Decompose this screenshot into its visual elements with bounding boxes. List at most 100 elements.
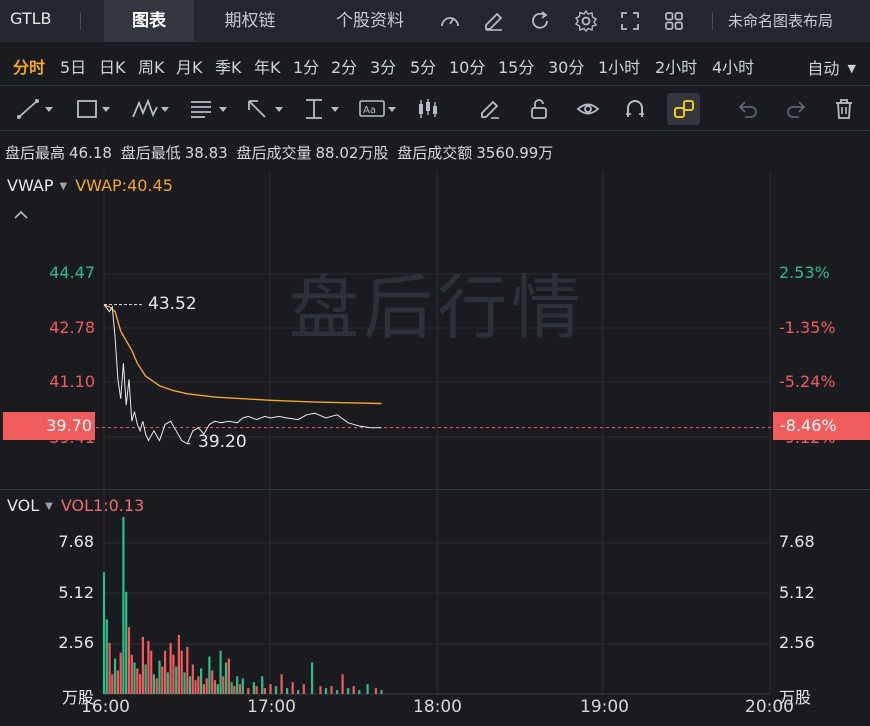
volume-bar: [347, 688, 350, 694]
time-axis-tick: 18:00: [413, 697, 462, 717]
time-axis-tick: 17:00: [247, 697, 296, 717]
volume-bar: [336, 690, 339, 694]
volume-bar: [291, 682, 294, 694]
volume-bar: [236, 676, 239, 694]
volume-bar: [114, 658, 117, 694]
volume-bar: [219, 650, 222, 694]
vwap-indicator-label[interactable]: VWAP ▼ VWAP:40.45: [7, 176, 173, 195]
vol-name: VOL: [7, 496, 40, 515]
time-axis-tick: 19:00: [580, 697, 629, 717]
caret-down-icon: ▼: [45, 501, 53, 512]
volume-bar: [324, 688, 328, 694]
price-axis-tick: 42.78: [49, 318, 95, 337]
volume-bar: [211, 670, 214, 694]
volume-bar: [352, 686, 355, 694]
volume-bar: [125, 591, 128, 694]
volume-bar: [302, 684, 305, 694]
volume-bar: [330, 686, 333, 694]
volume-bar: [230, 682, 233, 694]
volume-bar: [274, 686, 278, 694]
volume-bar: [141, 637, 144, 694]
volume-bar: [150, 650, 153, 694]
percent-axis-tick: -5.24%: [779, 372, 836, 391]
volume-bar: [366, 684, 369, 694]
volume-bar: [164, 650, 167, 694]
volume-bar: [166, 672, 169, 694]
caret-down-icon: ▼: [59, 181, 68, 192]
volume-bar: [133, 662, 136, 694]
volume-bar: [205, 678, 208, 694]
percent-axis-tick: -1.35%: [779, 318, 836, 337]
volume-bar: [186, 646, 189, 694]
volume-bar: [152, 674, 155, 694]
volume-bar: [105, 619, 108, 694]
vwap-name: VWAP: [7, 176, 54, 195]
after-hours-watermark: 盘后行情: [289, 267, 585, 349]
volume-bar: [319, 686, 322, 694]
volume-axis-tick: 2.56: [58, 633, 94, 652]
volume-bar: [255, 686, 258, 694]
price-axis-tick: 41.10: [49, 372, 95, 391]
volume-bar: [197, 676, 200, 694]
volume-bar: [247, 688, 250, 694]
time-axis-tick: 16:00: [81, 697, 130, 717]
volume-bar: [108, 642, 111, 694]
volume-axis-tick-right: 2.56: [779, 633, 815, 652]
low-annotation: 39.20: [198, 432, 247, 452]
current-price-tag: 39.70: [3, 412, 95, 440]
volume-bar: [216, 684, 219, 694]
volume-bar: [158, 660, 161, 694]
volume-bar: [263, 688, 266, 694]
percent-axis-tick: 2.53%: [779, 263, 830, 282]
vol-value: VOL1:0.13: [60, 496, 145, 515]
collapse-chevron-icon[interactable]: [12, 208, 30, 222]
time-axis-tick: 20:00: [745, 697, 794, 717]
volume-bar: [286, 688, 289, 694]
volume-bar: [269, 684, 272, 694]
volume-bar: [194, 680, 197, 694]
volume-bar: [188, 676, 192, 694]
volume-bar: [147, 640, 150, 694]
volume-bar: [102, 572, 106, 694]
volume-bar: [213, 680, 217, 694]
volume-bar: [136, 668, 139, 694]
volume-bar: [169, 642, 172, 694]
volume-bar: [183, 672, 186, 694]
volume-bar: [144, 664, 147, 694]
volume-bar: [122, 517, 125, 694]
volume-bar: [191, 664, 194, 694]
volume-bar: [175, 666, 178, 694]
vol-indicator-label[interactable]: VOL ▼ VOL1:0.13: [7, 496, 144, 515]
volume-bar: [341, 674, 344, 694]
volume-bar: [208, 656, 211, 694]
price-axis-tick: 44.47: [49, 263, 95, 282]
volume-bar: [116, 670, 119, 694]
volume-bar: [222, 676, 225, 694]
volume-axis-tick: 5.12: [58, 583, 94, 602]
volume-axis-tick-right: 5.12: [779, 583, 815, 602]
volume-axis-tick: 7.68: [58, 532, 94, 551]
volume-bar: [280, 674, 283, 694]
volume-bar: [180, 650, 183, 694]
volume-bar: [172, 654, 175, 694]
volume-bar: [111, 674, 114, 694]
volume-bar: [374, 688, 377, 694]
volume-axis-tick-right: 7.68: [779, 532, 815, 551]
volume-bar: [297, 690, 300, 694]
chart-canvas[interactable]: [0, 0, 870, 726]
volume-bar: [127, 627, 131, 694]
volume-bar: [177, 635, 180, 694]
volume-bar: [358, 690, 361, 694]
volume-bar: [119, 652, 122, 694]
volume-bar: [238, 684, 242, 694]
volume-bar: [161, 666, 164, 694]
volume-bar: [130, 654, 133, 694]
volume-bar: [200, 668, 203, 694]
panel-divider: [0, 489, 870, 490]
volume-bar: [261, 676, 264, 694]
volume-bar: [241, 678, 244, 694]
volume-bar: [225, 662, 228, 694]
volume-bar: [202, 684, 205, 694]
volume-bar: [252, 682, 255, 694]
volume-bar: [311, 662, 314, 694]
